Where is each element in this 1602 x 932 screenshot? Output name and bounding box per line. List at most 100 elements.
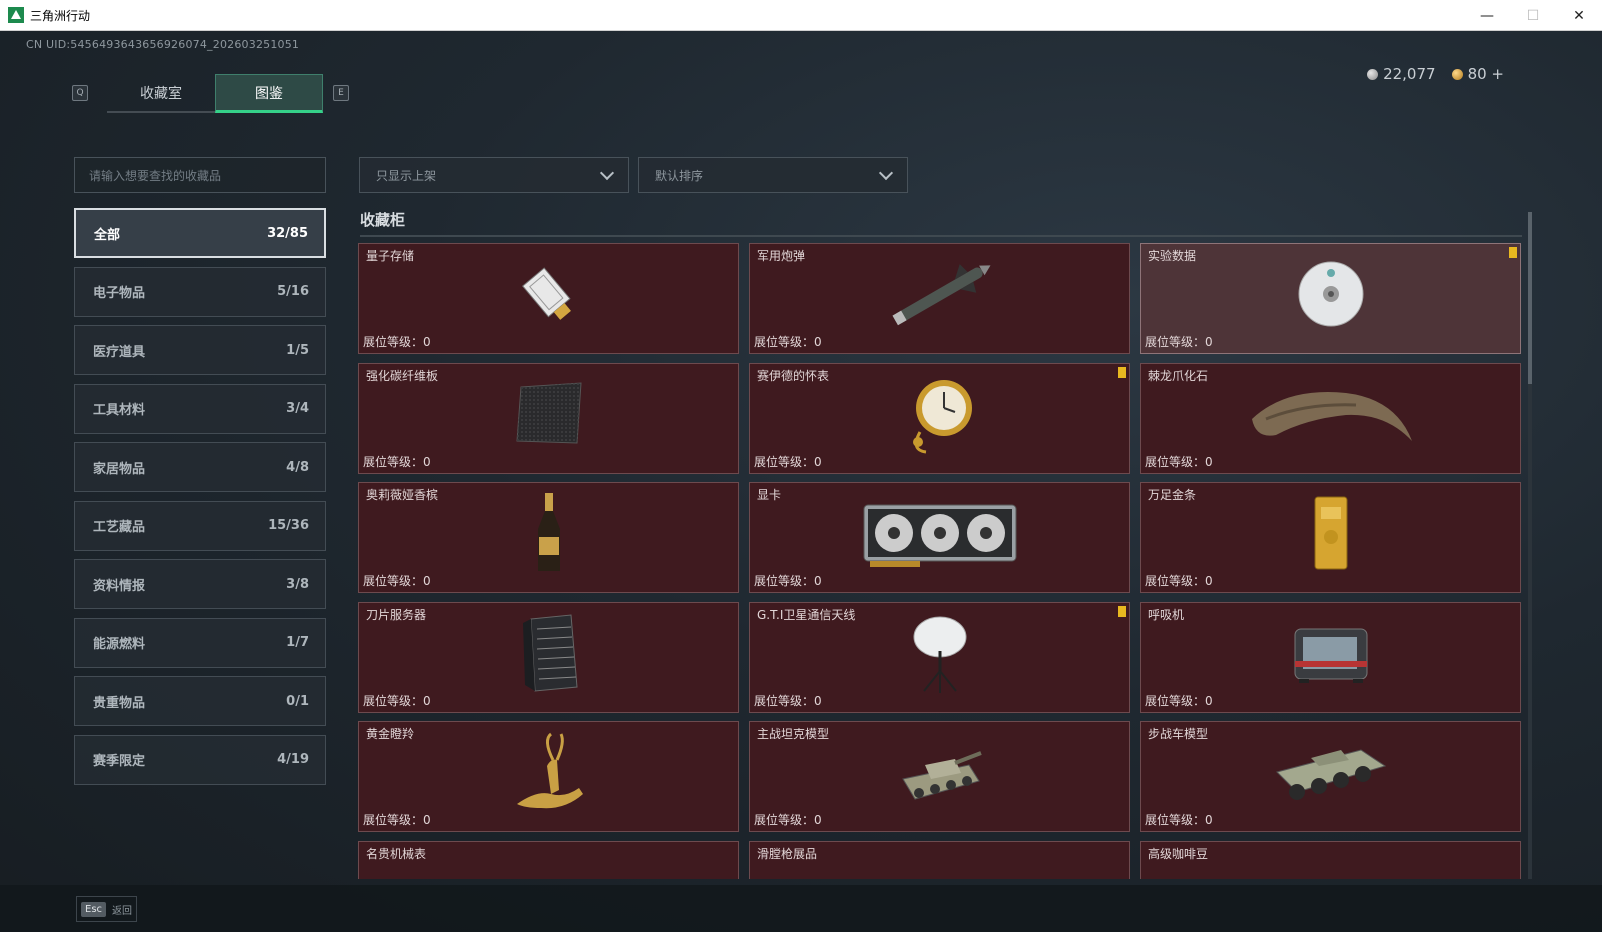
card-name: 名贵机械表 xyxy=(366,846,427,861)
disc-icon xyxy=(1294,257,1368,335)
maximize-button[interactable]: ☐ xyxy=(1510,0,1556,31)
gold-gazelle-icon xyxy=(507,730,591,818)
card-name: 实验数据 xyxy=(1148,249,1197,263)
game-screen: CN UID:5456493643656926074_202603251051 … xyxy=(0,31,1602,932)
category-label: 电子物品 xyxy=(93,286,146,301)
collection-card[interactable]: 军用炮弹 展位等级：0 xyxy=(749,243,1130,354)
card-name: 军用炮弹 xyxy=(757,249,806,263)
category-count: 5/16 xyxy=(277,284,309,299)
close-button[interactable]: ✕ xyxy=(1556,0,1602,31)
category-label: 家居物品 xyxy=(93,461,146,477)
satellite-dish-icon xyxy=(908,611,972,699)
key-hint-e[interactable]: E xyxy=(333,85,349,101)
category-count: 0/1 xyxy=(286,693,309,709)
category-count: 3/4 xyxy=(286,401,309,416)
collection-card[interactable]: 显卡 展位等级：0 xyxy=(749,482,1130,593)
collection-card[interactable]: 主战坦克模型 展位等级：0 xyxy=(749,721,1130,832)
sort-dropdown[interactable]: 默认排序 xyxy=(638,157,908,193)
ventilator-icon xyxy=(1291,621,1371,689)
footer-bar: Esc 返回 xyxy=(0,885,1602,932)
gold-currency[interactable]: 80 + xyxy=(1451,65,1504,83)
collection-card[interactable]: 滑膛枪展品展位等级：0 xyxy=(749,840,1130,880)
card-level: 展位等级：0 xyxy=(754,693,822,708)
collection-card[interactable]: 实验数据展位等级：0 xyxy=(1140,243,1521,354)
gold-amount: 80 + xyxy=(1467,65,1504,83)
collection-card[interactable]: 量子存储展位等级：0 xyxy=(358,243,739,354)
category-item[interactable]: 能源燃料 1/7 xyxy=(74,617,326,668)
watch-icon xyxy=(529,872,569,880)
usb-drive-icon xyxy=(514,259,584,333)
category-item[interactable]: 赛季限定 4/19 xyxy=(74,734,326,785)
back-button[interactable]: Esc 返回 xyxy=(76,896,138,922)
card-name: 棘龙爪化石 xyxy=(1148,368,1209,383)
category-count: 4/8 xyxy=(286,459,309,475)
card-level: 展位等级：0 xyxy=(363,813,431,827)
category-label: 资料情报 xyxy=(93,578,146,594)
player-uid: CN UID:5456493643656926074_202603251051 xyxy=(26,38,300,51)
pocket-watch-icon xyxy=(900,372,980,460)
card-name: 高级咖啡豆 xyxy=(1148,846,1209,861)
card-level: 展位等级：0 xyxy=(754,813,822,827)
collection-card[interactable]: 棘龙爪化石 展位等级：0 xyxy=(1140,362,1521,474)
category-count: 3/8 xyxy=(286,576,309,592)
category-item[interactable]: 电子物品 5/16 xyxy=(74,266,326,317)
collection-card[interactable]: 奥莉薇娅香槟 展位等级：0 xyxy=(358,482,739,593)
card-level: 展位等级：0 xyxy=(1145,335,1213,349)
grid-scrollbar[interactable] xyxy=(1528,212,1532,879)
musket-icon xyxy=(920,872,960,880)
card-name: 量子存储 xyxy=(366,249,415,263)
app-logo-icon xyxy=(8,7,24,23)
card-level: 展位等级：0 xyxy=(363,335,431,349)
search-input[interactable]: 请输入想要查找的收藏品 xyxy=(74,157,326,193)
category-item[interactable]: 贵重物品 0/1 xyxy=(74,676,326,726)
card-level: 展位等级：0 xyxy=(1145,574,1213,588)
collection-card[interactable]: 名贵机械表展位等级：0 xyxy=(358,840,739,880)
category-item[interactable]: 医疗道具 1/5 xyxy=(74,325,326,375)
category-item[interactable]: 全部 32/85 xyxy=(74,208,326,258)
category-count: 1/5 xyxy=(286,342,309,358)
card-level: 展位等级：0 xyxy=(1145,693,1213,708)
collection-card[interactable]: 步战车模型 展位等级：0 xyxy=(1140,721,1521,832)
collection-card[interactable]: 高级咖啡豆展位等级：0 xyxy=(1140,840,1521,880)
collection-card[interactable]: 万足金条 展位等级：0 xyxy=(1140,482,1521,593)
card-level: 展位等级：0 xyxy=(363,574,431,588)
collection-card[interactable]: 刀片服务器 展位等级：0 xyxy=(358,601,739,713)
back-label: 返回 xyxy=(112,905,133,917)
sort-label: 默认排序 xyxy=(655,168,704,183)
new-badge-icon xyxy=(1118,366,1126,378)
collection-card[interactable]: 呼吸机展位等级：0 xyxy=(1140,601,1521,713)
card-name: 主战坦克模型 xyxy=(757,727,830,741)
window-title: 三角洲行动 xyxy=(30,8,91,23)
graphics-card-icon xyxy=(860,497,1020,573)
currency-bar: 22,077 80 + xyxy=(1367,65,1504,83)
card-level: 展位等级：0 xyxy=(1145,813,1213,827)
category-count: 32/85 xyxy=(267,225,308,241)
category-label: 工具材料 xyxy=(93,403,146,418)
category-label: 全部 xyxy=(94,227,121,243)
collection-card[interactable]: 黄金瞪羚 展位等级：0 xyxy=(358,721,739,832)
server-icon xyxy=(517,613,581,697)
key-hint-q[interactable]: Q xyxy=(72,85,88,101)
carbon-plate-icon xyxy=(509,379,589,453)
scroll-thumb[interactable] xyxy=(1528,212,1532,384)
tab-collection-room[interactable]: 收藏室 xyxy=(107,74,215,113)
collection-card[interactable]: 赛伊德的怀表 展位等级：0 xyxy=(749,362,1130,474)
missile-icon xyxy=(880,254,1000,338)
category-item[interactable]: 工艺藏品 15/36 xyxy=(74,500,326,551)
collection-card[interactable]: G.T.I卫星通信天线 展位等级：0 xyxy=(749,601,1130,713)
tab-catalog[interactable]: 图鉴 xyxy=(215,74,323,113)
category-item[interactable]: 工具材料 3/4 xyxy=(74,383,326,434)
shelf-filter-label: 只显示上架 xyxy=(376,168,437,183)
category-label: 工艺藏品 xyxy=(93,520,146,535)
chevron-down-icon xyxy=(599,165,615,180)
category-item[interactable]: 资料情报 3/8 xyxy=(74,559,326,609)
coffee-icon xyxy=(1311,872,1351,880)
minimize-button[interactable]: — xyxy=(1464,0,1510,31)
category-label: 贵重物品 xyxy=(93,695,146,711)
shelf-filter-dropdown[interactable]: 只显示上架 xyxy=(359,157,629,193)
collection-card[interactable]: 强化碳纤维板 展位等级：0 xyxy=(358,362,739,474)
gold-bar-icon xyxy=(1311,493,1351,577)
card-name: 呼吸机 xyxy=(1148,607,1185,622)
section-divider xyxy=(360,235,1522,237)
category-item[interactable]: 家居物品 4/8 xyxy=(74,442,326,492)
